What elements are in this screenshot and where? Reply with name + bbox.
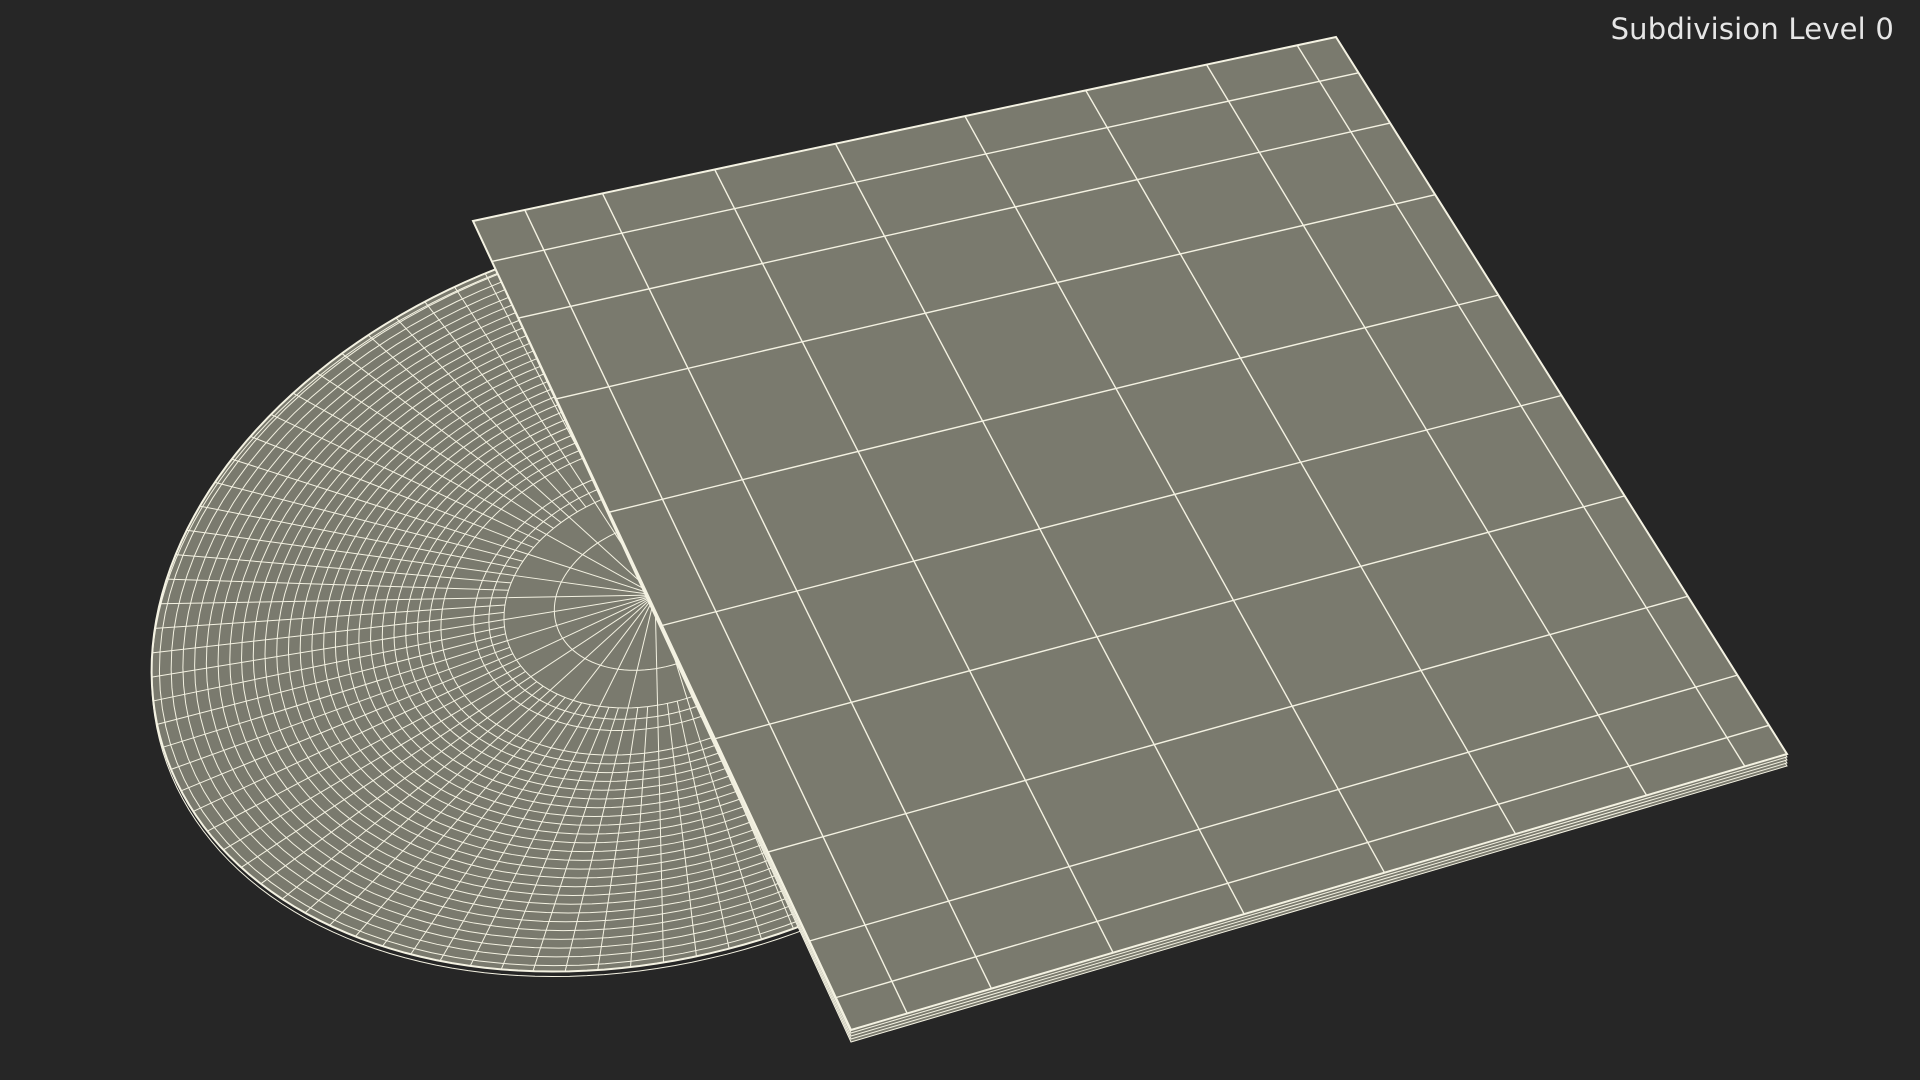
subdivision-level-label: Subdivision Level 0 — [1610, 12, 1894, 46]
wireframe-model[interactable] — [0, 0, 1920, 1080]
3d-viewport[interactable]: Subdivision Level 0 — [0, 0, 1920, 1080]
